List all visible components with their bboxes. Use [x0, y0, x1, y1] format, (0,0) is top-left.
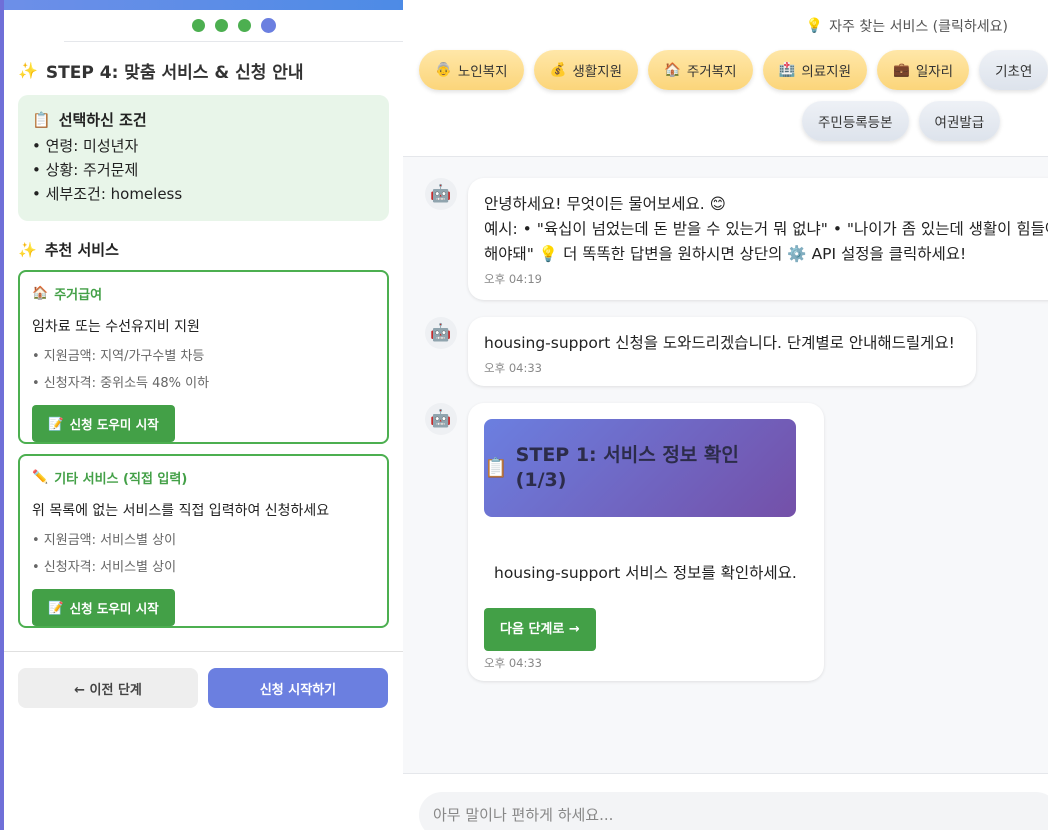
- service-name: 🏠 주거급여: [32, 284, 375, 303]
- service-name-text: 주거급여: [54, 288, 103, 303]
- chip-passport[interactable]: 여권발급: [918, 101, 1001, 141]
- wizard-panel: ✨ STEP 4: 맞춤 서비스 & 신청 안내 📋 선택하신 조건 • 연령:…: [0, 0, 403, 830]
- chip-elderly-welfare[interactable]: 👵 노인복지: [419, 50, 524, 90]
- service-name-text: 기타 서비스 (직접 입력): [54, 472, 188, 487]
- step-dot-3: [237, 19, 251, 32]
- bot-avatar: 🤖: [425, 178, 457, 210]
- next-step-button[interactable]: 다음 단계로 →: [484, 608, 596, 651]
- chip-label: 노인복지: [457, 64, 508, 80]
- chat-messages: 🤖 안녕하세요! 무엇이든 물어보세요. 😊 예시: • "육십이 넘었는데 돈…: [403, 157, 1048, 773]
- briefcase-icon: 💼: [893, 62, 910, 78]
- wizard-top-bar: [4, 0, 403, 10]
- bot-avatar: 🤖: [425, 403, 457, 435]
- chip-jobs[interactable]: 💼 일자리: [877, 50, 970, 90]
- elder-icon: 👵: [435, 62, 452, 78]
- condition-situation: • 상황: 주거문제: [32, 161, 139, 179]
- service-eligibility: • 신청자격: 서비스별 상이: [32, 560, 177, 575]
- house-icon: 🏠: [32, 286, 49, 301]
- chip-living-support[interactable]: 💰 생활지원: [533, 50, 638, 90]
- service-description: 임차료 또는 수선유지비 지원: [32, 319, 200, 335]
- message-time: 오후 04:19: [484, 272, 542, 286]
- start-application-button[interactable]: 신청 시작하기: [208, 668, 388, 708]
- chip-medical-support[interactable]: 🏥 의료지원: [762, 50, 867, 90]
- step-title-text: STEP 4: 맞춤 서비스 & 신청 안내: [45, 63, 304, 83]
- chip-label: 기초연: [995, 64, 1033, 80]
- robot-icon: 🤖: [430, 409, 452, 429]
- pencil-icon: ✏️: [32, 470, 49, 485]
- message-text: housing-support 신청을 도와드리겠습니다. 단계별로 안내해드릴…: [484, 334, 955, 352]
- wizard-footer: ← 이전 단계 신청 시작하기: [4, 651, 403, 830]
- step-dot-2: [214, 19, 228, 32]
- message-line: 해야돼" 💡 더 똑똑한 답변을 원하시면 상단의 ⚙️ API 설정을 클릭하…: [484, 245, 967, 263]
- condition-age: • 연령: 미성년자: [32, 137, 139, 155]
- memo-icon: 📝: [48, 415, 64, 431]
- bot-message: 📋 STEP 1: 서비스 정보 확인 (1/3) housing-suppor…: [468, 403, 824, 681]
- start-helper-button[interactable]: 📝 신청 도우미 시작: [32, 589, 175, 626]
- step-card: 📋 STEP 1: 서비스 정보 확인 (1/3): [484, 419, 796, 517]
- recommended-title: 추천 서비스: [44, 241, 119, 259]
- message-time: 오후 04:33: [484, 361, 542, 375]
- step-indicator: [64, 10, 403, 42]
- composer: [403, 773, 1048, 830]
- clipboard-icon: 📋: [484, 456, 508, 479]
- step-dot-4-active: [260, 18, 276, 33]
- recommended-heading: ✨ 추천 서비스: [4, 221, 403, 260]
- memo-icon: 📝: [48, 599, 64, 615]
- quick-services-title-text: 자주 찾는 서비스 (클릭하세요): [829, 19, 1008, 35]
- robot-icon: 🤖: [430, 323, 452, 343]
- hospital-icon: 🏥: [778, 62, 796, 78]
- bot-avatar: 🤖: [425, 317, 457, 349]
- service-amount: • 지원금액: 지역/가구수별 차등: [32, 349, 205, 364]
- chip-housing-welfare[interactable]: 🏠 주거복지: [648, 50, 753, 90]
- condition-detail: • 세부조건: homeless: [32, 185, 183, 203]
- message-time: 오후 04:33: [484, 656, 542, 670]
- service-card-other: ✏️ 기타 서비스 (직접 입력) 위 목록에 없는 서비스를 직접 입력하여 …: [18, 454, 389, 628]
- service-eligibility: • 신청자격: 중위소득 48% 이하: [32, 376, 210, 391]
- chip-label: 주거복지: [686, 64, 737, 80]
- conditions-title: 선택하신 조건: [58, 111, 147, 129]
- chat-input[interactable]: [419, 792, 1048, 830]
- previous-step-button[interactable]: ← 이전 단계: [18, 668, 198, 708]
- message-text: housing-support 서비스 정보를 확인하세요.: [494, 564, 797, 582]
- start-helper-label: 신청 도우미 시작: [69, 601, 159, 616]
- start-helper-label: 신청 도우미 시작: [69, 417, 159, 432]
- step-title: ✨ STEP 4: 맞춤 서비스 & 신청 안내: [4, 42, 403, 83]
- message-line: 예시: • "육십이 넘었는데 돈 받을 수 있는거 뭐 없냐" • "나이가 …: [484, 220, 1048, 238]
- robot-icon: 🤖: [430, 184, 452, 204]
- message-line: 안녕하세요! 무엇이든 물어보세요. 😊: [484, 195, 726, 213]
- clipboard-icon: 📋: [32, 110, 51, 129]
- money-bag-icon: 💰: [549, 62, 567, 78]
- sparkle-icon: ✨: [18, 61, 38, 80]
- step-card-title: STEP 1: 서비스 정보 확인 (1/3): [515, 444, 739, 491]
- bot-message: 안녕하세요! 무엇이든 물어보세요. 😊 예시: • "육십이 넘었는데 돈 받…: [468, 178, 1048, 300]
- service-name: ✏️ 기타 서비스 (직접 입력): [32, 468, 375, 487]
- chip-label: 일자리: [915, 64, 954, 80]
- quick-services-bar: 💡 자주 찾는 서비스 (클릭하세요) 👵 노인복지 💰 생활지원 🏠 주거복지…: [403, 0, 1048, 157]
- step-dot-1: [191, 19, 205, 32]
- bot-message: housing-support 신청을 도와드리겠습니다. 단계별로 안내해드릴…: [468, 317, 976, 386]
- conditions-heading: 📋 선택하신 조건: [32, 109, 375, 130]
- chat-panel: 💡 자주 찾는 서비스 (클릭하세요) 👵 노인복지 💰 생활지원 🏠 주거복지…: [403, 0, 1048, 830]
- chip-resident-registration[interactable]: 주민등록등본: [802, 101, 909, 141]
- chip-label: 의료지원: [801, 64, 851, 80]
- start-helper-button[interactable]: 📝 신청 도우미 시작: [32, 405, 175, 442]
- chip-label: 생활지원: [572, 64, 622, 80]
- service-amount: • 지원금액: 서비스별 상이: [32, 533, 177, 548]
- quick-services-title: 💡 자주 찾는 서비스 (클릭하세요): [806, 16, 1008, 36]
- quick-chip-row-1: 👵 노인복지 💰 생활지원 🏠 주거복지 🏥 의료지원 💼 일자리 기초연: [419, 50, 1048, 90]
- service-card-housing-benefit: 🏠 주거급여 임차료 또는 수선유지비 지원 • 지원금액: 지역/가구수별 차…: [18, 270, 389, 444]
- chip-basic-pension[interactable]: 기초연: [979, 50, 1048, 90]
- lightbulb-icon: 💡: [805, 18, 824, 34]
- service-description: 위 목록에 없는 서비스를 직접 입력하여 신청하세요: [32, 503, 330, 519]
- quick-chip-row-2: 주민등록등본 여권발급: [802, 101, 1001, 141]
- selected-conditions-box: 📋 선택하신 조건 • 연령: 미성년자 • 상황: 주거문제 • 세부조건: …: [18, 95, 389, 221]
- house-icon: 🏠: [664, 62, 681, 78]
- sparkle-icon: ✨: [18, 240, 37, 259]
